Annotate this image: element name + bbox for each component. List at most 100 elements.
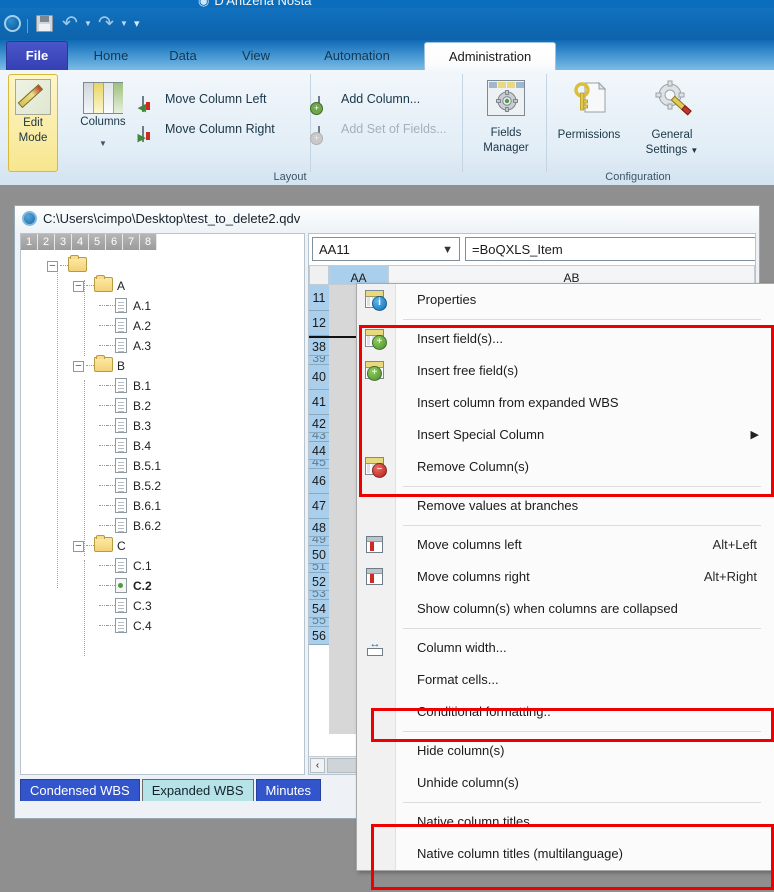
- collapse-icon[interactable]: −: [47, 261, 58, 272]
- tree-node-c2[interactable]: C.2: [99, 576, 152, 596]
- row-header-40[interactable]: 40: [309, 365, 329, 390]
- chevron-down-icon[interactable]: ▼: [690, 146, 698, 155]
- tree-node-b52[interactable]: B.5.2: [99, 476, 161, 496]
- menu-item-conditional-formatting[interactable]: Conditional formatting..: [357, 696, 774, 728]
- general-settings-button[interactable]: General Settings ▼: [632, 74, 712, 170]
- row-header-52[interactable]: 52: [309, 573, 329, 591]
- menu-item-insert-free-fields[interactable]: + Insert free field(s): [357, 355, 774, 387]
- row-header-46[interactable]: 46: [309, 469, 329, 494]
- row-header-39[interactable]: 39: [309, 356, 329, 365]
- row-header-41[interactable]: 41: [309, 390, 329, 415]
- menu-item-native-column-titles-multilanguage[interactable]: Native column titles (multilanguage): [357, 838, 774, 870]
- row-header-56[interactable]: 56: [309, 627, 329, 645]
- tree-node-root[interactable]: −: [47, 256, 91, 276]
- level-button-2[interactable]: 2: [38, 234, 55, 250]
- row-header-50[interactable]: 50: [309, 546, 329, 564]
- row-header-48[interactable]: 48: [309, 519, 329, 537]
- row-header-55[interactable]: 55: [309, 618, 329, 627]
- tree-node-b1[interactable]: B.1: [99, 376, 151, 396]
- menu-item-remove-columns[interactable]: − Remove Column(s): [357, 451, 774, 483]
- level-button-7[interactable]: 7: [123, 234, 140, 250]
- row-header-49[interactable]: 49: [309, 537, 329, 546]
- tree-node-c[interactable]: −C: [73, 536, 126, 556]
- menu-item-move-columns-left[interactable]: Move columns left Alt+Left: [357, 529, 774, 561]
- row-header-12[interactable]: 12: [309, 311, 329, 336]
- menu-item-format-cells[interactable]: Format cells...: [357, 664, 774, 696]
- tree-node-b3[interactable]: B.3: [99, 416, 151, 436]
- select-all-corner[interactable]: [309, 265, 329, 285]
- tree-node-b4[interactable]: B.4: [99, 436, 151, 456]
- tree-node-a[interactable]: −A: [73, 276, 125, 296]
- level-selector-bar[interactable]: 1 2 3 4 5 6 7 8: [21, 234, 157, 250]
- sheet-tab-condensed-wbs[interactable]: Condensed WBS: [20, 779, 140, 801]
- row-header-51[interactable]: 51: [309, 564, 329, 573]
- sheet-tab-expanded-wbs[interactable]: Expanded WBS: [142, 779, 254, 801]
- menu-item-insert-column-from-expanded-wbs[interactable]: Insert column from expanded WBS: [357, 387, 774, 419]
- tree-node-c4[interactable]: C.4: [99, 616, 152, 636]
- collapse-icon[interactable]: −: [73, 361, 84, 372]
- row-header-45[interactable]: 45: [309, 460, 329, 469]
- menu-item-insert-fields[interactable]: + Insert field(s)...: [357, 323, 774, 355]
- tree-node-b51[interactable]: B.5.1: [99, 456, 161, 476]
- sheet-tab-minutes[interactable]: Minutes: [256, 779, 322, 801]
- scroll-left-icon[interactable]: ‹: [310, 758, 325, 773]
- row-header-53[interactable]: 53: [309, 591, 329, 600]
- tab-administration[interactable]: Administration: [424, 42, 556, 72]
- move-column-left-button[interactable]: ◀Move Column Left: [142, 86, 266, 112]
- save-icon[interactable]: [36, 14, 56, 34]
- app-logo-icon[interactable]: [4, 14, 24, 34]
- tab-data[interactable]: Data: [152, 42, 214, 71]
- wbs-tree-pane[interactable]: 1 2 3 4 5 6 7 8 − −A A.1: [20, 233, 305, 775]
- permissions-button[interactable]: Permissions: [552, 74, 626, 170]
- row-header-54[interactable]: 54: [309, 600, 329, 618]
- columns-button[interactable]: Columns ▼: [72, 74, 134, 170]
- edit-mode-button[interactable]: Edit Mode: [8, 74, 58, 172]
- tree-node-b62[interactable]: B.6.2: [99, 516, 161, 536]
- chevron-down-icon[interactable]: ▼: [442, 238, 453, 262]
- add-column-button[interactable]: +Add Column...: [318, 86, 420, 112]
- level-button-1[interactable]: 1: [21, 234, 38, 250]
- menu-item-move-columns-right[interactable]: Move columns right Alt+Right: [357, 561, 774, 593]
- menu-item-properties[interactable]: i Properties: [357, 284, 774, 316]
- move-column-right-button[interactable]: ▶Move Column Right: [142, 116, 275, 142]
- menu-item-hide-columns[interactable]: Hide column(s): [357, 735, 774, 767]
- menu-item-unhide-columns[interactable]: Unhide column(s): [357, 767, 774, 799]
- chevron-down-icon[interactable]: ▼: [72, 139, 134, 148]
- redo-icon[interactable]: ↷: [98, 14, 118, 34]
- level-button-3[interactable]: 3: [55, 234, 72, 250]
- level-button-6[interactable]: 6: [106, 234, 123, 250]
- tree-node-b[interactable]: −B: [73, 356, 125, 376]
- menu-item-insert-special-column[interactable]: Insert Special Column ▶: [357, 419, 774, 451]
- row-header-44[interactable]: 44: [309, 442, 329, 460]
- undo-icon[interactable]: ↶: [62, 14, 82, 34]
- column-header-ab[interactable]: AB: [388, 265, 755, 285]
- tree-node-a3[interactable]: A.3: [99, 336, 151, 356]
- level-button-4[interactable]: 4: [72, 234, 89, 250]
- column-header-aa[interactable]: AA: [329, 265, 388, 285]
- row-header-42[interactable]: 42: [309, 415, 329, 433]
- tree-node-b61[interactable]: B.6.1: [99, 496, 161, 516]
- tree-node-a1[interactable]: A.1: [99, 296, 151, 316]
- tree-node-c1[interactable]: C.1: [99, 556, 152, 576]
- row-header-11[interactable]: 11: [309, 285, 329, 311]
- menu-item-column-width[interactable]: ↔ Column width...: [357, 632, 774, 664]
- tree-node-a2[interactable]: A.2: [99, 316, 151, 336]
- tree-node-b2[interactable]: B.2: [99, 396, 151, 416]
- tab-file[interactable]: File: [6, 41, 68, 71]
- row-header-38[interactable]: 38: [309, 338, 329, 356]
- level-button-5[interactable]: 5: [89, 234, 106, 250]
- tab-home[interactable]: Home: [76, 42, 146, 71]
- menu-item-show-columns-when-collapsed[interactable]: Show column(s) when columns are collapse…: [357, 593, 774, 625]
- name-box[interactable]: AA11 ▼: [312, 237, 460, 261]
- tree-node-c3[interactable]: C.3: [99, 596, 152, 616]
- tab-automation[interactable]: Automation: [298, 42, 416, 71]
- more-commands-icon[interactable]: ▾: [134, 14, 154, 34]
- menu-item-native-column-titles[interactable]: Native column titles: [357, 806, 774, 838]
- collapse-icon[interactable]: −: [73, 281, 84, 292]
- tab-view[interactable]: View: [225, 42, 287, 71]
- fields-manager-button[interactable]: Fields Manager: [470, 74, 542, 170]
- level-button-8[interactable]: 8: [140, 234, 157, 250]
- row-header-43[interactable]: 43: [309, 433, 329, 442]
- row-header-47[interactable]: 47: [309, 494, 329, 519]
- formula-bar[interactable]: =BoQXLS_Item: [465, 237, 756, 261]
